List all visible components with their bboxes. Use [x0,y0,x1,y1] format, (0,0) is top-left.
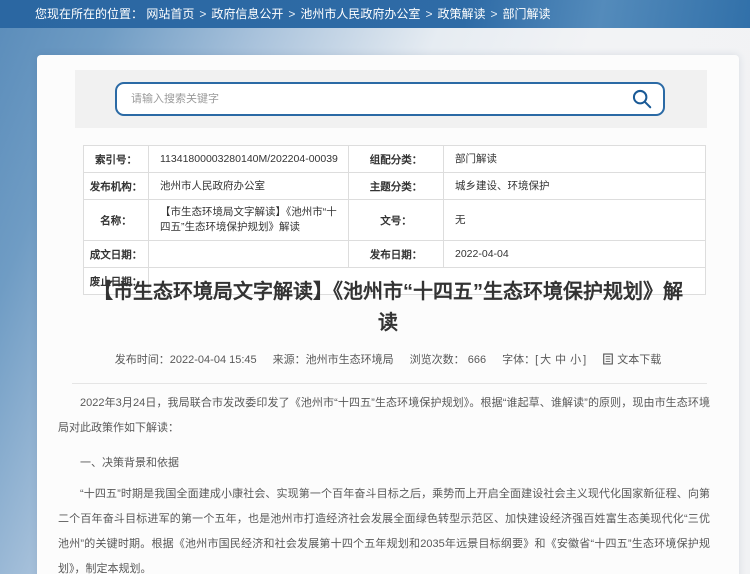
meta-label-index: 索引号： [84,146,149,173]
page-title: 【市生态环境局文字解读】《池州市“十四五”生态环境保护规划》解读 [37,277,739,339]
breadcrumb-link-gov-office[interactable]: 池州市人民政府办公室 [300,7,420,21]
section-heading-background: 一、决策背景和依据 [58,451,710,476]
meta-label-name: 名称： [84,200,149,241]
breadcrumb-bar: 您现在所在的位置： 网站首页 > 政府信息公开 > 池州市人民政府办公室 > 政策解读 > 部门… [0,0,750,28]
breadcrumb-link-policy-interpretation[interactable]: 政策解读 [437,7,485,21]
search-section [75,70,707,128]
document-meta-table: 索引号： 11341800003280140M/202204-00039 组配分… [83,145,706,295]
font-size-small-button[interactable]: 小 [570,354,581,366]
document-icon [602,353,614,365]
article-source: 来源：池州市生态环境局 [273,351,394,367]
meta-label-doc-number: 文号： [349,200,444,241]
view-count: 浏览次数： 666 [410,351,486,367]
breadcrumb-link-info-disclosure[interactable]: 政府信息公开 [211,7,283,21]
breadcrumb-separator: > [199,7,206,21]
meta-value-doc-number: 无 [444,200,706,241]
meta-value-written-date [149,241,349,268]
meta-label-topic-category: 主题分类： [349,173,444,200]
meta-value-topic-category: 城乡建设、环境保护 [444,173,706,200]
divider [72,383,707,384]
paragraph-background-detail: “十四五”时期是我国全面建成小康社会、实现第一个百年奋斗目标之后，乘势而上开启全… [58,482,710,574]
text-download-link[interactable]: 文本下载 [602,351,661,367]
search-input-wrapper [115,82,665,116]
meta-label-issuing-agency: 发布机构： [84,173,149,200]
font-size-medium-button[interactable]: 中 [555,354,566,366]
article-body: 2022年3月24日，我局联合市发改委印发了《池州市“十四五”生态环境保护规划》… [58,385,710,574]
breadcrumb-separator: > [490,7,497,21]
meta-label-written-date: 成文日期： [84,241,149,268]
breadcrumb-link-department-interpretation[interactable]: 部门解读 [502,7,550,21]
content-panel: 索引号： 11341800003280140M/202204-00039 组配分… [37,55,739,574]
breadcrumb-prefix: 您现在所在的位置： [35,7,143,21]
font-size-large-button[interactable]: 大 [540,354,551,366]
article-meta-line: 发布时间：2022-04-04 15:45 来源：池州市生态环境局 浏览次数： … [37,351,739,367]
meta-value-issuing-agency: 池州市人民政府办公室 [149,173,349,200]
meta-label-group-category: 组配分类： [349,146,444,173]
meta-value-publish-date: 2022-04-04 [444,241,706,268]
breadcrumb-separator: > [425,7,432,21]
paragraph-intro: 2022年3月24日，我局联合市发改委印发了《池州市“十四五”生态环境保护规划》… [58,391,710,441]
font-size-controls: 字体：[大中小] [502,351,586,367]
meta-label-publish-date: 发布日期： [349,241,444,268]
search-icon [631,88,653,110]
meta-value-index: 11341800003280140M/202204-00039 [149,146,349,173]
publish-time: 发布时间：2022-04-04 15:45 [115,351,257,367]
breadcrumb-link-home[interactable]: 网站首页 [146,7,194,21]
meta-value-group-category: 部门解读 [444,146,706,173]
meta-value-name: 【市生态环境局文字解读】《池州市“十四五”生态环境保护规划》解读 [149,200,349,241]
search-input[interactable] [131,93,631,105]
search-button[interactable] [631,88,653,110]
breadcrumb-separator: > [288,7,295,21]
